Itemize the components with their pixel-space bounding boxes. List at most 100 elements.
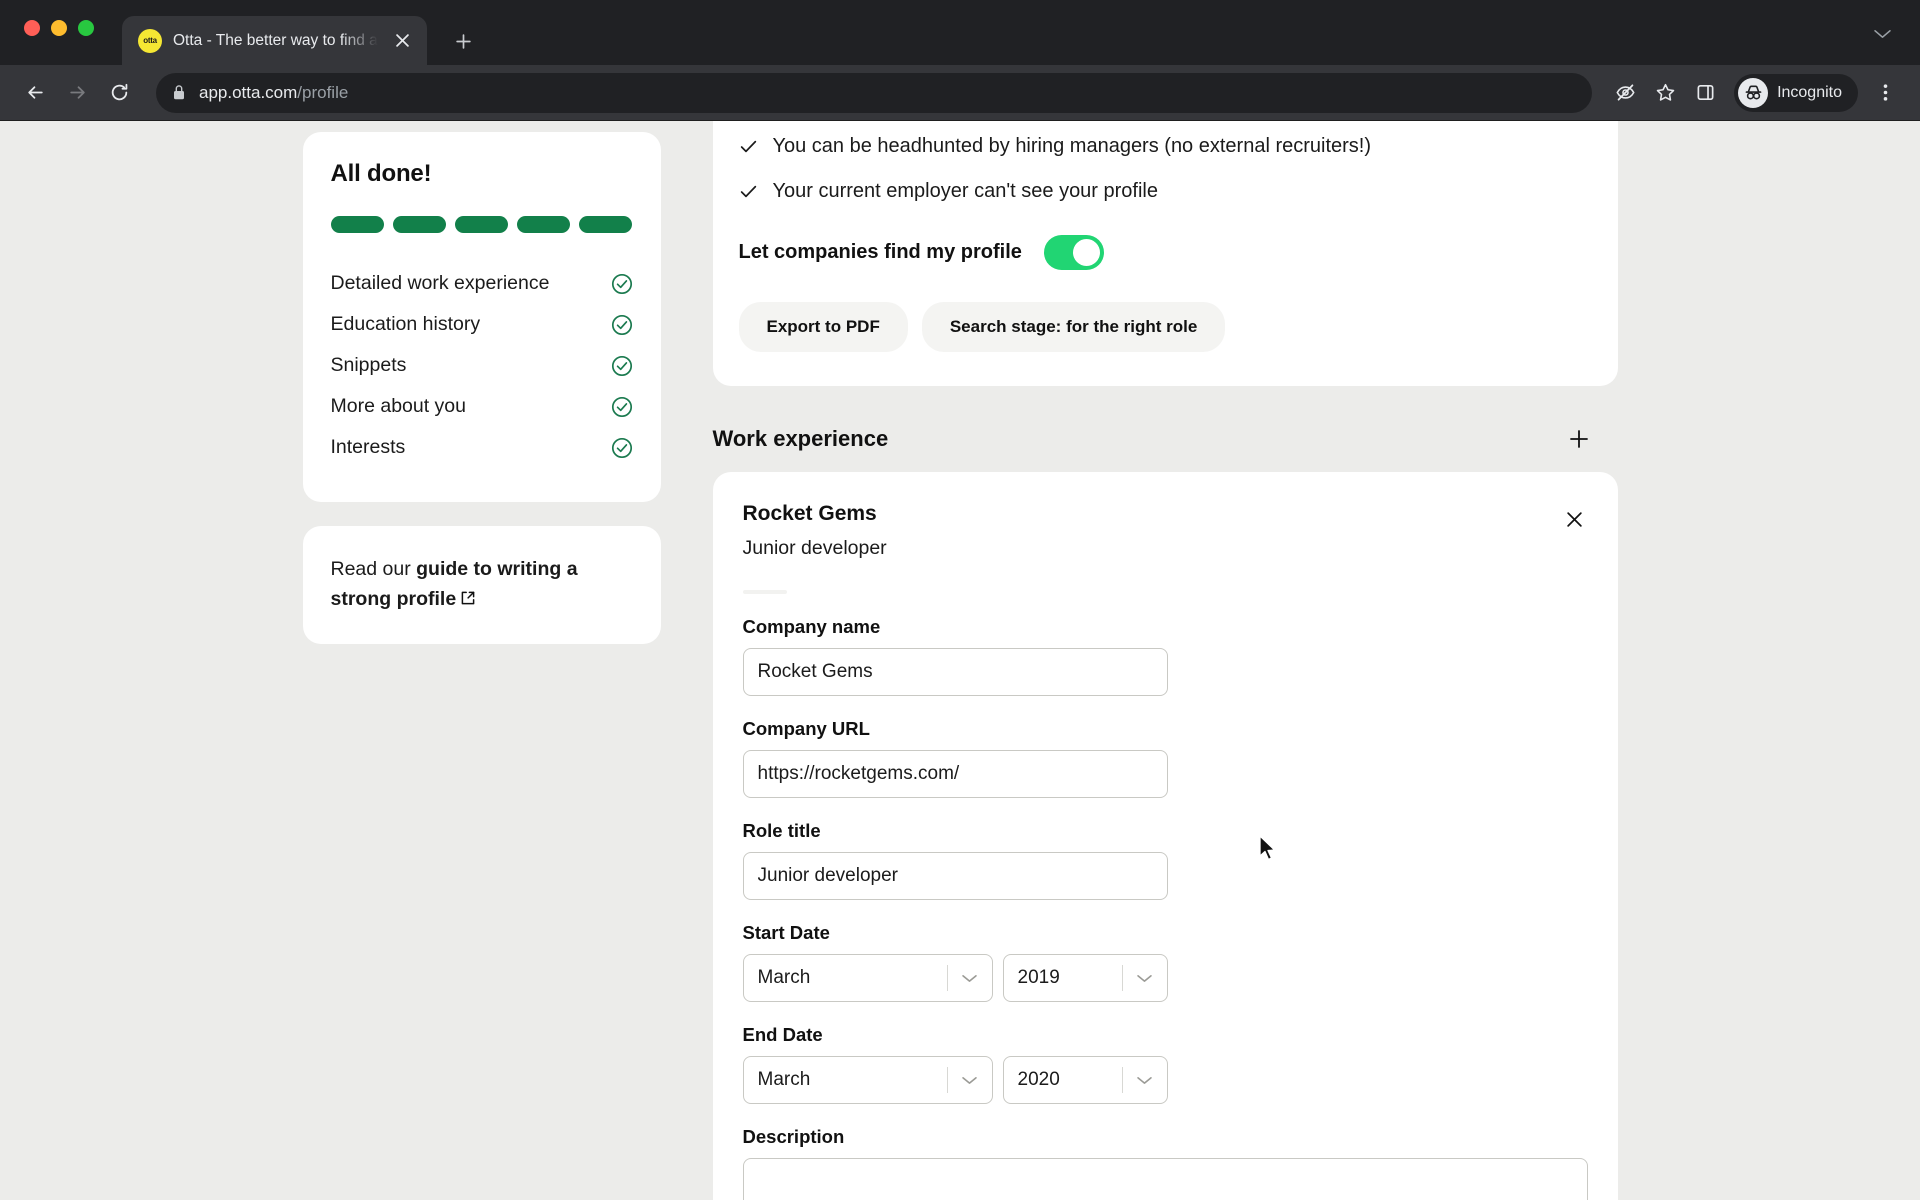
progress-segment	[392, 216, 446, 233]
close-window-button[interactable]	[24, 20, 40, 36]
chevron-down-icon[interactable]	[1870, 22, 1894, 46]
work-experience-title: Work experience	[712, 426, 889, 451]
start-year-select[interactable]: 2019	[1002, 954, 1168, 1002]
checklist-item[interactable]: Education history	[331, 304, 633, 345]
main-content: You can be headhunted by hiring managers…	[712, 121, 1618, 1200]
all-done-card: All done! Detailed work experience Educa…	[302, 132, 661, 502]
incognito-avatar-icon	[1738, 77, 1769, 108]
chevron-down-icon	[948, 1076, 992, 1085]
work-experience-header: Work experience	[713, 414, 1618, 472]
star-icon[interactable]	[1646, 74, 1684, 112]
progress-segment	[578, 216, 632, 233]
toggle-knob	[1072, 239, 1100, 266]
forward-arrow-icon[interactable]	[58, 74, 96, 112]
toolbar-right-actions: Incognito	[1606, 73, 1904, 112]
description-textarea[interactable]	[742, 1158, 1588, 1200]
chevron-down-icon	[1123, 974, 1167, 983]
find-my-profile-toggle[interactable]	[1043, 235, 1104, 270]
role-title-input[interactable]	[742, 852, 1168, 900]
progress-segment	[330, 216, 384, 233]
company-url-input[interactable]	[742, 750, 1168, 798]
privacy-bullet-text: Your current employer can't see your pro…	[772, 180, 1159, 202]
close-icon[interactable]	[1562, 506, 1588, 532]
entry-divider	[742, 590, 787, 594]
sidebar: All done! Detailed work experience Educa…	[302, 121, 661, 1200]
work-experience-entry-card: Rocket Gems Junior developer Company nam…	[712, 472, 1618, 1200]
start-date-label: Start Date	[742, 922, 830, 943]
all-done-title: All done!	[330, 160, 432, 187]
checklist-item-label: Education history	[330, 313, 481, 335]
external-link-icon	[460, 585, 476, 605]
start-month-select[interactable]: March	[742, 954, 993, 1002]
checkmark-icon	[739, 182, 758, 201]
entry-company-name: Rocket Gems	[742, 502, 877, 525]
chevron-down-icon	[948, 974, 992, 983]
start-date-field: Start Date March 2019	[742, 922, 1588, 1002]
start-date-row: March 2019	[742, 954, 1588, 1002]
checklist-item-label: Interests	[330, 436, 406, 458]
kebab-menu-icon[interactable]	[1866, 74, 1904, 112]
checklist-item[interactable]: Detailed work experience	[331, 263, 633, 304]
add-work-experience-button[interactable]	[1564, 424, 1594, 454]
description-label: Description	[742, 1126, 845, 1147]
browser-tab[interactable]: otta Otta - The better way to find a	[122, 16, 427, 65]
checklist-item[interactable]: Interests	[331, 427, 633, 468]
end-date-field: End Date March 2020	[742, 1024, 1588, 1104]
role-title-field: Role title	[742, 820, 1588, 900]
eye-slash-icon[interactable]	[1606, 74, 1644, 112]
check-circle-icon	[611, 314, 633, 336]
company-name-input[interactable]	[742, 648, 1168, 696]
chevron-down-icon	[1123, 1076, 1167, 1085]
checklist-item-label: Detailed work experience	[330, 272, 550, 294]
side-panel-icon[interactable]	[1686, 74, 1724, 112]
address-bar[interactable]: app.otta.com/profile	[156, 72, 1593, 113]
window-controls	[24, 20, 94, 36]
profile-progress-bar	[330, 216, 633, 233]
end-date-row: March 2020	[742, 1056, 1588, 1104]
incognito-label: Incognito	[1777, 83, 1842, 101]
privacy-card: You can be headhunted by hiring managers…	[712, 121, 1618, 386]
end-month-select[interactable]: March	[742, 1056, 993, 1104]
url-text: app.otta.com/profile	[199, 83, 348, 103]
checklist-item[interactable]: Snippets	[331, 345, 633, 386]
end-year-select[interactable]: 2020	[1002, 1056, 1168, 1104]
privacy-bullet: Your current employer can't see your pro…	[713, 180, 1618, 203]
check-circle-icon	[611, 355, 633, 377]
close-icon[interactable]	[389, 28, 415, 54]
description-field: Description	[742, 1126, 1588, 1200]
entry-identity: Rocket Gems Junior developer	[743, 502, 887, 560]
check-circle-icon	[611, 396, 633, 418]
entry-role-title: Junior developer	[742, 537, 887, 559]
checklist-item[interactable]: More about you	[331, 386, 633, 427]
export-to-pdf-button[interactable]: Export to PDF	[738, 302, 908, 352]
end-date-label: End Date	[742, 1024, 823, 1045]
entry-header: Rocket Gems Junior developer	[743, 502, 1588, 560]
profile-checklist: Detailed work experience Education histo…	[331, 263, 633, 468]
check-circle-icon	[611, 273, 633, 295]
page-viewport: All done! Detailed work experience Educa…	[0, 121, 1920, 1200]
incognito-profile-button[interactable]: Incognito	[1734, 73, 1858, 112]
company-url-field: Company URL	[742, 718, 1588, 798]
check-circle-icon	[611, 437, 633, 459]
find-my-profile-label: Let companies find my profile	[738, 241, 1022, 263]
tab-title: Otta - The better way to find a	[173, 31, 378, 49]
profile-actions: Export to PDF Search stage: for the righ…	[713, 302, 1618, 352]
checklist-item-label: More about you	[330, 395, 467, 417]
start-year-value: 2019	[1017, 967, 1060, 988]
maximize-window-button[interactable]	[78, 20, 94, 36]
browser-toolbar: app.otta.com/profile Incognito	[0, 65, 1920, 121]
guide-card[interactable]: Read our guide to writing a strong profi…	[302, 526, 661, 645]
end-year-value: 2020	[1017, 1069, 1060, 1090]
new-tab-button[interactable]	[443, 21, 483, 61]
company-name-field: Company name	[742, 616, 1588, 696]
minimize-window-button[interactable]	[51, 20, 67, 36]
reload-icon[interactable]	[100, 74, 138, 112]
privacy-bullet-text: You can be headhunted by hiring managers…	[772, 135, 1372, 157]
lock-icon	[172, 84, 186, 101]
back-arrow-icon[interactable]	[16, 74, 54, 112]
find-my-profile-row: Let companies find my profile	[713, 235, 1618, 270]
company-url-label: Company URL	[742, 718, 870, 739]
search-stage-button[interactable]: Search stage: for the right role	[921, 302, 1226, 352]
profile-page: All done! Detailed work experience Educa…	[0, 121, 1920, 1200]
privacy-bullet: You can be headhunted by hiring managers…	[713, 121, 1618, 158]
